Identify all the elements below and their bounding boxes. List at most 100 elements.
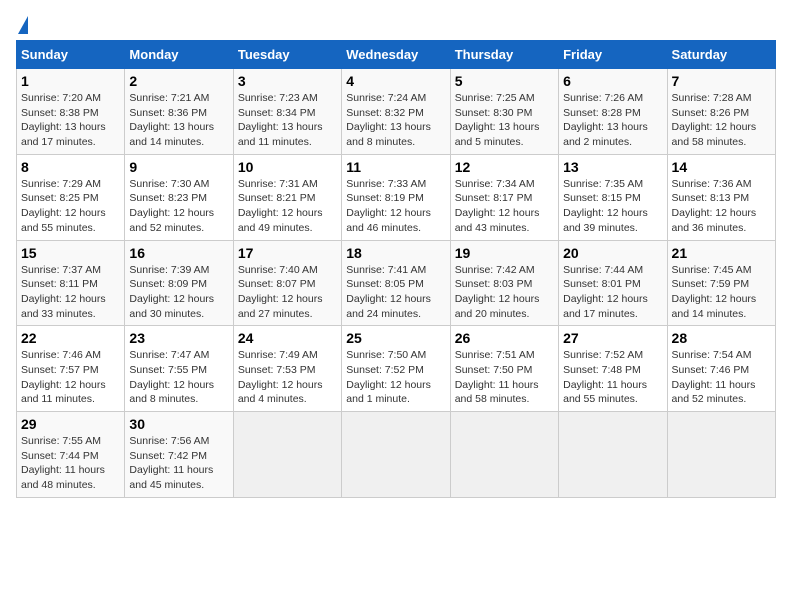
- day-number: 9: [129, 159, 228, 175]
- column-header-tuesday: Tuesday: [233, 41, 341, 69]
- calendar-cell: 13Sunrise: 7:35 AMSunset: 8:15 PMDayligh…: [559, 154, 667, 240]
- calendar-cell: 20 Sunrise: 7:44 AMSunset: 8:01 PMDayligh…: [559, 240, 667, 326]
- day-number: 22: [21, 330, 120, 346]
- day-number: 29: [21, 416, 120, 432]
- cell-details: Sunrise: 7:26 AMSunset: 8:28 PMDaylight:…: [563, 91, 662, 150]
- calendar-week-1: 1 Sunrise: 7:20 AMSunset: 8:38 PMDaylight…: [17, 69, 776, 155]
- day-number: 14: [672, 159, 771, 175]
- calendar-cell: 19 Sunrise: 7:42 AMSunset: 8:03 PMDayligh…: [450, 240, 558, 326]
- day-number: 15: [21, 245, 120, 261]
- cell-details: Sunrise: 7:52 AMSunset: 7:48 PMDaylight:…: [563, 348, 662, 407]
- calendar-cell: 9 Sunrise: 7:30 AMSunset: 8:23 PMDaylight…: [125, 154, 233, 240]
- column-header-friday: Friday: [559, 41, 667, 69]
- day-number: 28: [672, 330, 771, 346]
- calendar-cell: 25 Sunrise: 7:50 AMSunset: 7:52 PMDayligh…: [342, 326, 450, 412]
- calendar-cell: 15 Sunrise: 7:37 AMSunset: 8:11 PMDayligh…: [17, 240, 125, 326]
- cell-details: Sunrise: 7:36 AMSunset: 8:13 PMDaylight:…: [672, 177, 771, 236]
- calendar-cell: 21 Sunrise: 7:45 AMSunset: 7:59 PMDayligh…: [667, 240, 775, 326]
- day-number: 8: [21, 159, 120, 175]
- day-number: 21: [672, 245, 771, 261]
- calendar-cell: 6 Sunrise: 7:26 AMSunset: 8:28 PMDaylight…: [559, 69, 667, 155]
- day-number: 5: [455, 73, 554, 89]
- cell-details: Sunrise: 7:31 AMSunset: 8:21 PMDaylight:…: [238, 177, 337, 236]
- calendar-week-2: 8 Sunrise: 7:29 AMSunset: 8:25 PMDaylight…: [17, 154, 776, 240]
- calendar-cell: 1 Sunrise: 7:20 AMSunset: 8:38 PMDaylight…: [17, 69, 125, 155]
- day-number: 16: [129, 245, 228, 261]
- cell-details: Sunrise: 7:41 AMSunset: 8:05 PMDaylight:…: [346, 263, 445, 322]
- cell-details: Sunrise: 7:25 AMSunset: 8:30 PMDaylight:…: [455, 91, 554, 150]
- cell-details: Sunrise: 7:44 AMSunset: 8:01 PMDaylight:…: [563, 263, 662, 322]
- cell-details: Sunrise: 7:34 AMSunset: 8:17 PMDaylight:…: [455, 177, 554, 236]
- calendar-cell: 16 Sunrise: 7:39 AMSunset: 8:09 PMDayligh…: [125, 240, 233, 326]
- calendar-cell: [342, 412, 450, 498]
- cell-details: Sunrise: 7:56 AMSunset: 7:42 PMDaylight:…: [129, 434, 228, 493]
- calendar-cell: 14 Sunrise: 7:36 AMSunset: 8:13 PMDayligh…: [667, 154, 775, 240]
- calendar-cell: 23 Sunrise: 7:47 AMSunset: 7:55 PMDayligh…: [125, 326, 233, 412]
- day-number: 2: [129, 73, 228, 89]
- calendar-cell: 29 Sunrise: 7:55 AMSunset: 7:44 PMDayligh…: [17, 412, 125, 498]
- calendar-cell: 18 Sunrise: 7:41 AMSunset: 8:05 PMDayligh…: [342, 240, 450, 326]
- day-number: 30: [129, 416, 228, 432]
- day-number: 17: [238, 245, 337, 261]
- cell-details: Sunrise: 7:29 AMSunset: 8:25 PMDaylight:…: [21, 177, 120, 236]
- calendar-week-5: 29 Sunrise: 7:55 AMSunset: 7:44 PMDayligh…: [17, 412, 776, 498]
- cell-details: Sunrise: 7:42 AMSunset: 8:03 PMDaylight:…: [455, 263, 554, 322]
- calendar-cell: 8 Sunrise: 7:29 AMSunset: 8:25 PMDaylight…: [17, 154, 125, 240]
- cell-details: Sunrise: 7:50 AMSunset: 7:52 PMDaylight:…: [346, 348, 445, 407]
- cell-details: Sunrise: 7:37 AMSunset: 8:11 PMDaylight:…: [21, 263, 120, 322]
- calendar-cell: 7Sunrise: 7:28 AMSunset: 8:26 PMDaylight…: [667, 69, 775, 155]
- cell-details: Sunrise: 7:20 AMSunset: 8:38 PMDaylight:…: [21, 91, 120, 150]
- day-number: 4: [346, 73, 445, 89]
- day-number: 11: [346, 159, 445, 175]
- calendar-week-3: 15 Sunrise: 7:37 AMSunset: 8:11 PMDayligh…: [17, 240, 776, 326]
- calendar-cell: 3Sunrise: 7:23 AMSunset: 8:34 PMDaylight…: [233, 69, 341, 155]
- day-number: 23: [129, 330, 228, 346]
- calendar-cell: 24Sunrise: 7:49 AMSunset: 7:53 PMDayligh…: [233, 326, 341, 412]
- cell-details: Sunrise: 7:39 AMSunset: 8:09 PMDaylight:…: [129, 263, 228, 322]
- page-header: [16, 16, 776, 30]
- calendar-cell: 30 Sunrise: 7:56 AMSunset: 7:42 PMDayligh…: [125, 412, 233, 498]
- cell-details: Sunrise: 7:24 AMSunset: 8:32 PMDaylight:…: [346, 91, 445, 150]
- column-header-wednesday: Wednesday: [342, 41, 450, 69]
- calendar-cell: [667, 412, 775, 498]
- cell-details: Sunrise: 7:54 AMSunset: 7:46 PMDaylight:…: [672, 348, 771, 407]
- cell-details: Sunrise: 7:46 AMSunset: 7:57 PMDaylight:…: [21, 348, 120, 407]
- day-number: 18: [346, 245, 445, 261]
- calendar-cell: 5 Sunrise: 7:25 AMSunset: 8:30 PMDaylight…: [450, 69, 558, 155]
- cell-details: Sunrise: 7:21 AMSunset: 8:36 PMDaylight:…: [129, 91, 228, 150]
- day-number: 27: [563, 330, 662, 346]
- calendar-cell: 2 Sunrise: 7:21 AMSunset: 8:36 PMDaylight…: [125, 69, 233, 155]
- column-header-monday: Monday: [125, 41, 233, 69]
- cell-details: Sunrise: 7:49 AMSunset: 7:53 PMDaylight:…: [238, 348, 337, 407]
- calendar-table: SundayMondayTuesdayWednesdayThursdayFrid…: [16, 40, 776, 498]
- cell-details: Sunrise: 7:45 AMSunset: 7:59 PMDaylight:…: [672, 263, 771, 322]
- column-header-thursday: Thursday: [450, 41, 558, 69]
- logo: [16, 16, 28, 30]
- day-number: 26: [455, 330, 554, 346]
- day-number: 25: [346, 330, 445, 346]
- cell-details: Sunrise: 7:30 AMSunset: 8:23 PMDaylight:…: [129, 177, 228, 236]
- day-number: 12: [455, 159, 554, 175]
- cell-details: Sunrise: 7:40 AMSunset: 8:07 PMDaylight:…: [238, 263, 337, 322]
- column-header-saturday: Saturday: [667, 41, 775, 69]
- calendar-cell: 27 Sunrise: 7:52 AMSunset: 7:48 PMDayligh…: [559, 326, 667, 412]
- cell-details: Sunrise: 7:47 AMSunset: 7:55 PMDaylight:…: [129, 348, 228, 407]
- day-number: 19: [455, 245, 554, 261]
- calendar-cell: [233, 412, 341, 498]
- calendar-cell: 11 Sunrise: 7:33 AMSunset: 8:19 PMDayligh…: [342, 154, 450, 240]
- day-number: 1: [21, 73, 120, 89]
- calendar-cell: 12 Sunrise: 7:34 AMSunset: 8:17 PMDayligh…: [450, 154, 558, 240]
- day-number: 6: [563, 73, 662, 89]
- cell-details: Sunrise: 7:55 AMSunset: 7:44 PMDaylight:…: [21, 434, 120, 493]
- calendar-cell: 4 Sunrise: 7:24 AMSunset: 8:32 PMDaylight…: [342, 69, 450, 155]
- calendar-cell: [559, 412, 667, 498]
- cell-details: Sunrise: 7:35 AMSunset: 8:15 PMDaylight:…: [563, 177, 662, 236]
- calendar-cell: 10Sunrise: 7:31 AMSunset: 8:21 PMDayligh…: [233, 154, 341, 240]
- day-number: 20: [563, 245, 662, 261]
- cell-details: Sunrise: 7:33 AMSunset: 8:19 PMDaylight:…: [346, 177, 445, 236]
- calendar-cell: 28 Sunrise: 7:54 AMSunset: 7:46 PMDayligh…: [667, 326, 775, 412]
- calendar-cell: 17 Sunrise: 7:40 AMSunset: 8:07 PMDayligh…: [233, 240, 341, 326]
- day-number: 7: [672, 73, 771, 89]
- column-header-sunday: Sunday: [17, 41, 125, 69]
- cell-details: Sunrise: 7:51 AMSunset: 7:50 PMDaylight:…: [455, 348, 554, 407]
